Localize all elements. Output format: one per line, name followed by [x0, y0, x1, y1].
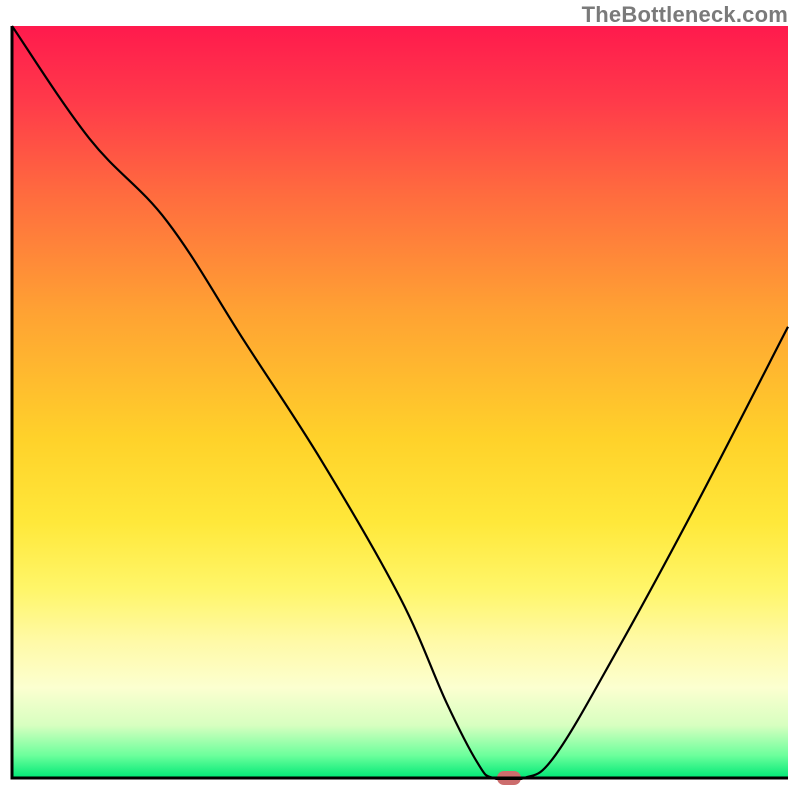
chart-svg	[10, 24, 790, 780]
axes	[12, 26, 788, 778]
plot-area	[10, 24, 790, 780]
chart-container: TheBottleneck.com	[0, 0, 800, 800]
bottleneck-curve-line	[12, 26, 788, 780]
plot-wrapper	[10, 24, 790, 790]
